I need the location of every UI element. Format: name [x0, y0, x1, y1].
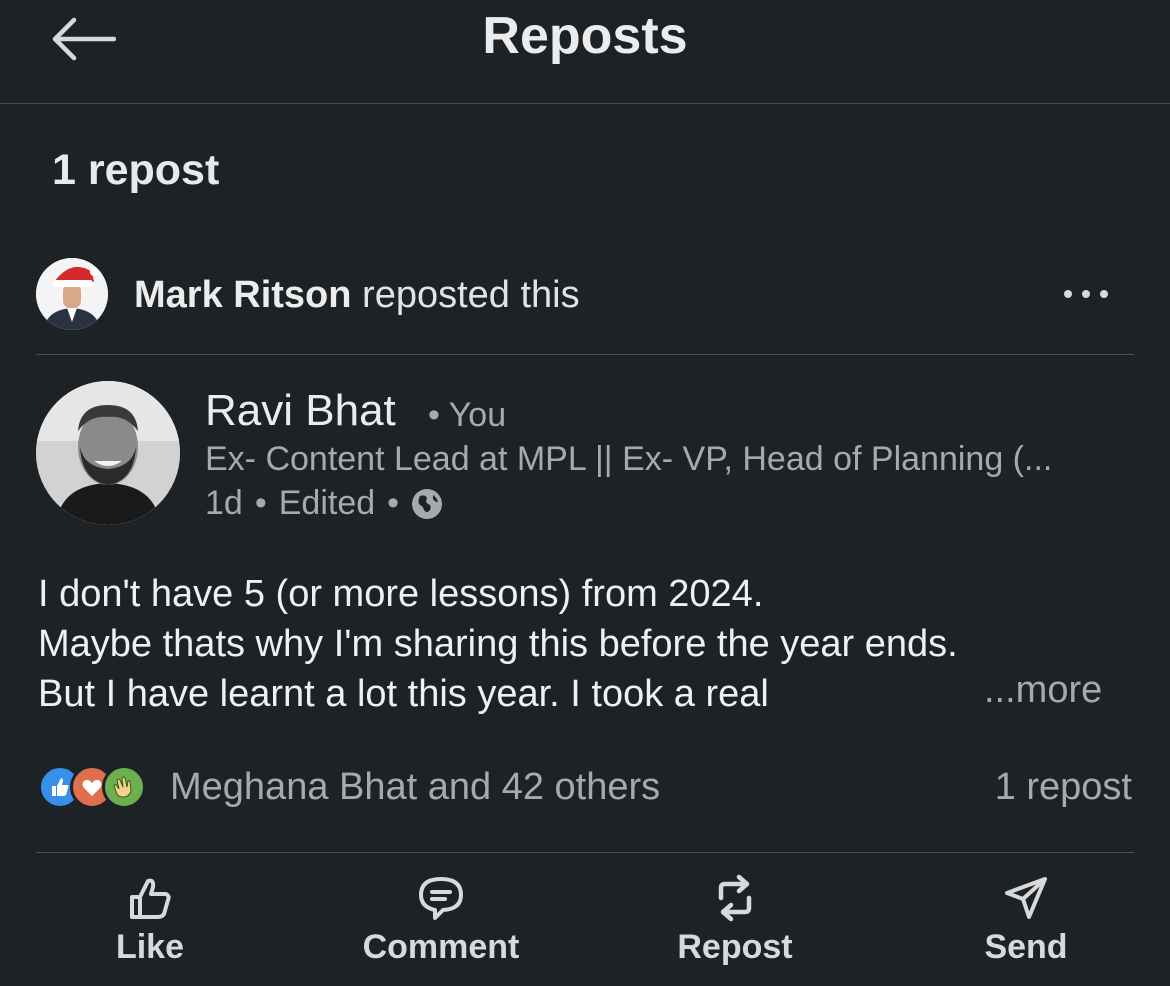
see-more-link[interactable]: ...more	[984, 669, 1102, 712]
repost-action-text: reposted this	[362, 274, 580, 316]
reposter-name[interactable]: Mark Ritson	[134, 274, 351, 316]
thumbs-up-icon	[130, 878, 171, 919]
globe-icon	[412, 488, 443, 519]
reposter-row: Mark Ritson reposted this	[36, 258, 1134, 332]
repost-button[interactable]: Repost	[635, 870, 835, 980]
reposter-avatar[interactable]	[36, 258, 108, 330]
send-label: Send	[984, 928, 1068, 966]
comment-label: Comment	[362, 928, 520, 966]
post-time: 1d	[205, 484, 243, 522]
author-headline: Ex- Content Lead at MPL || Ex- VP, Head …	[205, 440, 1053, 478]
more-options-button[interactable]	[1058, 276, 1114, 312]
author-badge: • You	[428, 396, 507, 434]
post-body-line: Maybe thats why I'm sharing this before …	[38, 623, 958, 665]
send-icon	[1005, 877, 1047, 919]
like-label: Like	[115, 928, 185, 966]
repost-icon	[718, 874, 752, 922]
more-horizontal-icon	[1064, 290, 1108, 298]
reposter-line: Mark Ritson reposted this	[134, 274, 580, 317]
celebrate-reaction-icon	[102, 765, 146, 809]
like-button[interactable]: Like	[50, 870, 250, 980]
page-title: Reposts	[482, 7, 688, 65]
reposts-summary[interactable]: 1 repost	[995, 766, 1132, 809]
comment-icon	[419, 877, 463, 920]
author-name[interactable]: Ravi Bhat	[205, 386, 396, 436]
send-button[interactable]: Send	[926, 870, 1126, 980]
repost-count-heading: 1 repost	[52, 146, 220, 194]
comment-button[interactable]: Comment	[341, 870, 541, 980]
top-bar: Reposts	[0, 0, 1170, 104]
reaction-icons[interactable]	[38, 764, 146, 810]
post-meta: 1d • Edited •	[205, 484, 443, 523]
reactions-summary[interactable]: Meghana Bhat and 42 others	[170, 766, 660, 809]
post-body-line: But I have learnt a lot this year. I too…	[38, 673, 769, 715]
post-body-line: I don't have 5 (or more lessons) from 20…	[38, 573, 764, 615]
post-edited: Edited	[278, 484, 376, 522]
repost-label: Repost	[677, 928, 793, 966]
post-body: I don't have 5 (or more lessons) from 20…	[38, 569, 1118, 719]
divider	[36, 852, 1134, 853]
divider	[36, 354, 1134, 355]
author-avatar[interactable]	[36, 381, 180, 525]
